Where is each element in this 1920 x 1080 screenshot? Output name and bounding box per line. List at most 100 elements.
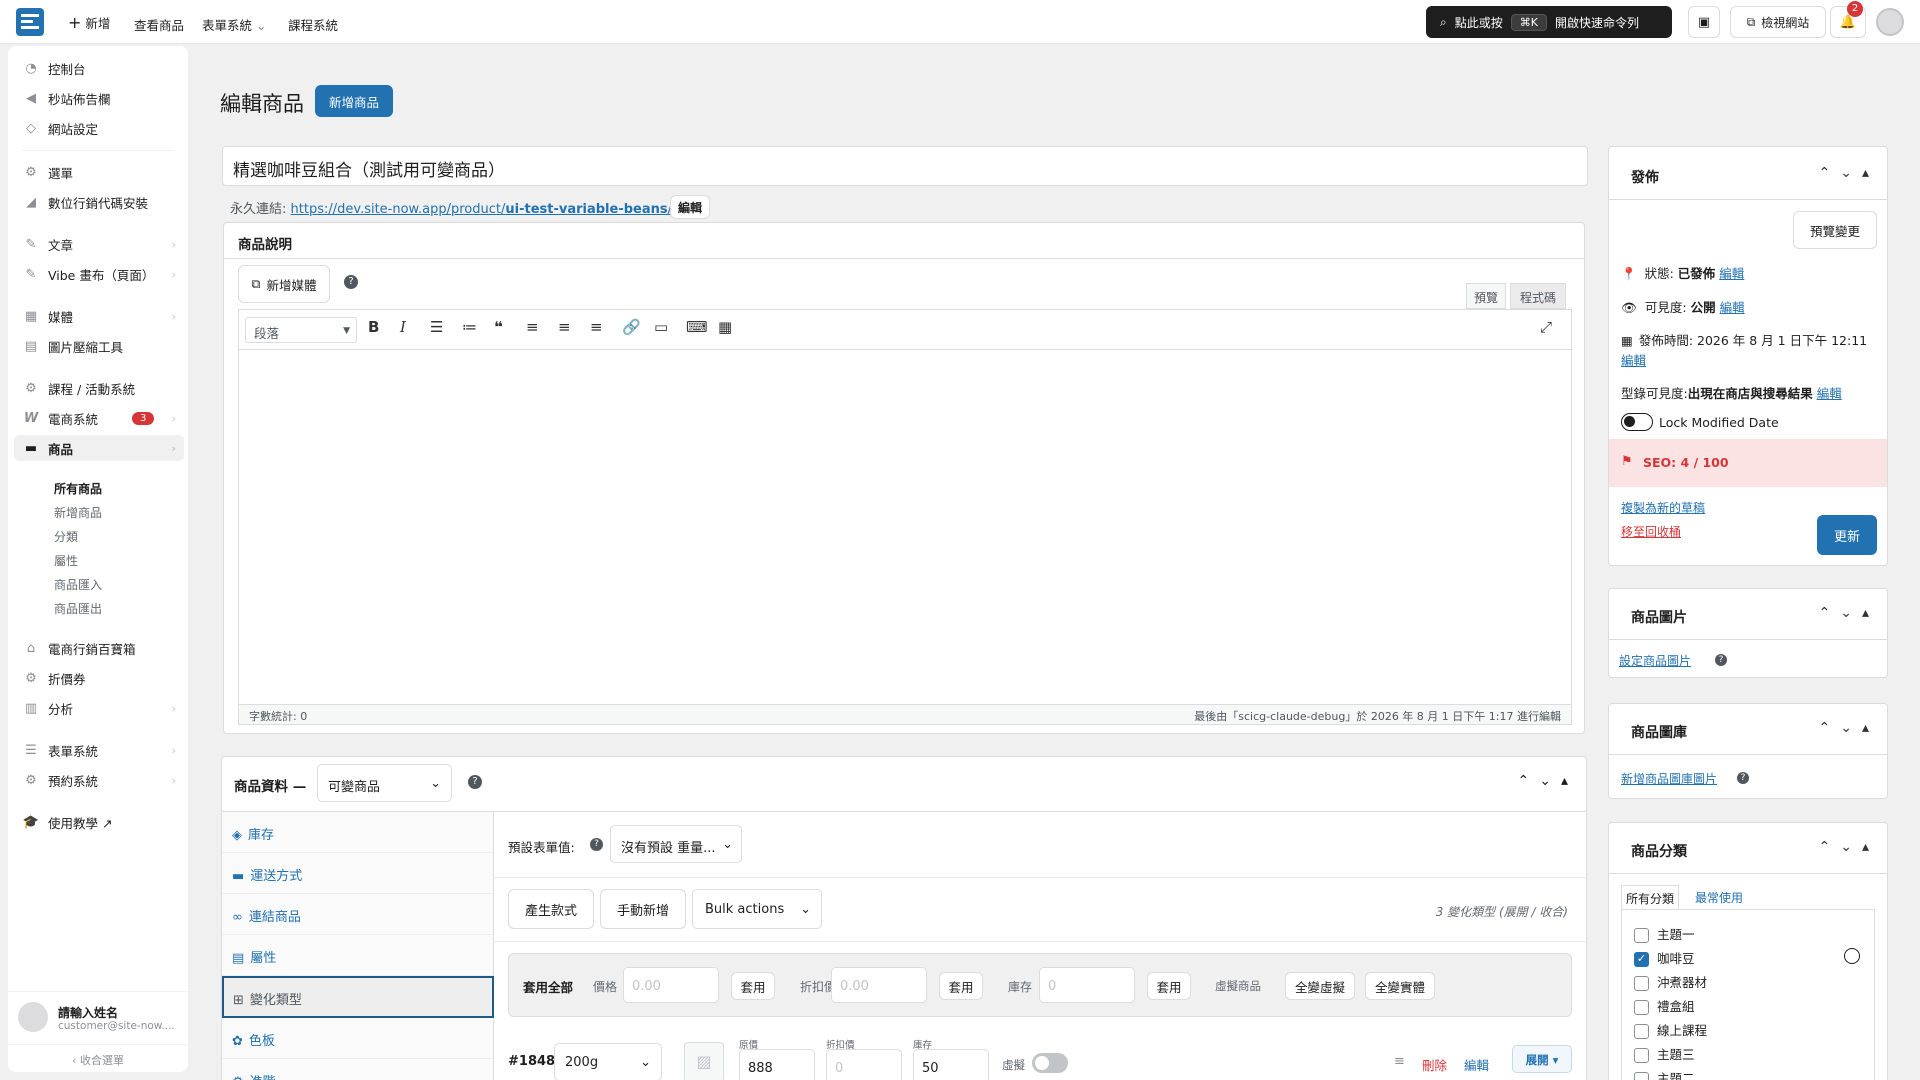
bullet-list-icon[interactable]: ☰ [430, 318, 443, 336]
permalink-link[interactable]: https://dev.site-now.app/product/ui-test… [291, 202, 672, 217]
variation-weight-select[interactable]: 200g ⌄ [554, 1043, 662, 1080]
checkbox[interactable] [1634, 1024, 1649, 1039]
panel-move-controls[interactable]: ⌃⌄▴ [1518, 773, 1579, 789]
category-item[interactable]: 主題三 [1634, 1044, 1695, 1063]
help-icon[interactable]: ? [1715, 654, 1727, 666]
sidebar-item-coupons[interactable]: ⚙ 折價券 [22, 665, 184, 691]
edit-variation-link[interactable]: 編輯 [1464, 1055, 1489, 1074]
bold-icon[interactable]: B [368, 318, 379, 336]
link-icon[interactable]: 🔗 [622, 318, 641, 336]
bulk-sale-input[interactable]: 0.00 [831, 967, 927, 1003]
numbered-list-icon[interactable]: ≔ [462, 318, 477, 336]
set-product-image-link[interactable]: 設定商品圖片 [1619, 652, 1691, 669]
tab-advanced[interactable]: ⚙進階 [222, 1059, 493, 1080]
sidebar-item-analytics[interactable]: ▥ 分析 › [22, 695, 184, 721]
bulk-price-input[interactable]: 0.00 [623, 967, 719, 1003]
checkbox[interactable] [1634, 1048, 1649, 1063]
bulk-actions-select[interactable]: Bulk actions ⌄ [692, 889, 822, 929]
edit-permalink-button[interactable]: 編輯 [670, 195, 710, 219]
primary-category-radio[interactable] [1844, 948, 1860, 964]
preview-changes-button[interactable]: 預覽變更 [1793, 211, 1877, 249]
format-select[interactable]: 段落 ▼ [245, 317, 357, 343]
category-item[interactable]: ✓ 咖啡豆 [1634, 948, 1695, 967]
box-move-controls[interactable]: ⌃⌄▴ [1819, 720, 1880, 736]
sidebar-sub-attributes[interactable]: 屬性 [54, 552, 78, 569]
box-move-controls[interactable]: ⌃⌄▴ [1819, 605, 1880, 621]
courses-link[interactable]: 課程系統 [288, 15, 338, 34]
delete-variation-link[interactable]: 刪除 [1422, 1055, 1447, 1074]
tab-variations[interactable]: ⊞ 變化類型 [222, 976, 494, 1018]
sidebar-item-dashboard[interactable]: ◔ 控制台 [22, 55, 184, 81]
edit-status-link[interactable]: 編輯 [1719, 266, 1744, 281]
tab-inventory[interactable]: ◈ 庫存 [222, 812, 493, 853]
apply-price-button[interactable]: 套用 [731, 972, 775, 1000]
manual-add-button[interactable]: 手動新增 [600, 889, 686, 929]
sidebar-item-courses[interactable]: ⚙ 課程 / 活動系統 [22, 375, 184, 401]
tab-most-used[interactable]: 最常使用 [1695, 889, 1743, 906]
tab-all-categories[interactable]: 所有分類 [1621, 885, 1679, 909]
edit-catalog-link[interactable]: 編輯 [1817, 386, 1842, 401]
command-palette-button[interactable]: ⌕ 點此或按 ⌘K 開啟快速命令列 [1426, 6, 1672, 38]
category-item[interactable]: 主題二 [1634, 1068, 1695, 1080]
align-right-icon[interactable]: ≡ [590, 318, 603, 336]
help-icon[interactable]: ? [1737, 772, 1749, 784]
category-item[interactable]: 主題一 [1634, 924, 1695, 943]
sidebar-item-menus[interactable]: ⚙ 選單 [22, 159, 184, 185]
generate-variations-button[interactable]: 產生款式 [508, 889, 594, 929]
align-center-icon[interactable]: ≡ [558, 318, 571, 336]
variation-sale-input[interactable]: 0 [826, 1049, 902, 1080]
tab-attributes[interactable]: ▤ 屬性 [222, 935, 493, 976]
expand-variation-button[interactable]: 展開 ▾ [1512, 1045, 1572, 1073]
add-new-product-button[interactable]: 新增商品 [315, 85, 393, 117]
update-button[interactable]: 更新 [1817, 515, 1877, 555]
category-item[interactable]: 禮盒組 [1634, 996, 1695, 1015]
collapse-menu-button[interactable]: ‹ 收合選單 [8, 1044, 188, 1070]
tab-shipping[interactable]: ▬ 運送方式 [222, 853, 493, 894]
variation-stock-input[interactable]: 50 [913, 1049, 989, 1080]
box-move-controls[interactable]: ⌃⌄▴ [1819, 165, 1880, 181]
add-gallery-images-link[interactable]: 新增商品圖庫圖片 [1621, 770, 1717, 787]
sidebar-item-image-compress[interactable]: ▤ 圖片壓縮工具 [22, 333, 184, 359]
edit-visibility-link[interactable]: 編輯 [1720, 300, 1745, 315]
virtual-toggle[interactable] [1032, 1053, 1068, 1073]
sidebar-sub-all-products[interactable]: 所有商品 [54, 480, 102, 497]
apply-stock-button[interactable]: 套用 [1147, 972, 1191, 1000]
sidebar-sub-add-product[interactable]: 新增商品 [54, 504, 102, 521]
sidebar-item-forms[interactable]: ☰ 表單系統 › [22, 737, 184, 763]
sidebar-item-booking[interactable]: ⚙ 預約系統 › [22, 767, 184, 793]
screen-options-button[interactable]: ▣ [1688, 6, 1720, 38]
sidebar-item-site-settings[interactable]: ◇ 網站設定 [22, 115, 184, 141]
category-item[interactable]: 沖煮器材 [1634, 972, 1707, 991]
checkbox[interactable] [1634, 1072, 1649, 1080]
sidebar-item-marketing-code[interactable]: ◢ 數位行銷代碼安裝 [22, 189, 184, 215]
category-item[interactable]: 線上課程 [1634, 1020, 1707, 1039]
all-physical-button[interactable]: 全變實體 [1365, 972, 1435, 1000]
quote-icon[interactable]: ❝ [494, 318, 503, 336]
sidebar-item-ecommerce[interactable]: W 電商系統 3 › [22, 405, 184, 431]
variation-image-placeholder[interactable]: ▨ [684, 1042, 724, 1080]
forms-menu[interactable]: 表單系統 ⌄ [202, 15, 266, 34]
help-icon[interactable]: ? [468, 775, 482, 789]
help-icon[interactable]: ? [590, 838, 603, 851]
new-button[interactable]: + 新增 [68, 13, 110, 32]
sidebar-item-posts[interactable]: ✎ 文章 › [22, 231, 184, 257]
add-media-button[interactable]: ⧉ 新增媒體 [238, 265, 330, 303]
editor-content-area[interactable] [239, 351, 1571, 704]
help-icon[interactable]: ? [344, 275, 358, 289]
product-title-input[interactable]: 精選咖啡豆組合（測試用可變商品） [222, 146, 1588, 186]
checkbox-checked[interactable]: ✓ [1634, 952, 1649, 967]
site-logo[interactable] [16, 8, 44, 36]
italic-icon[interactable]: I [400, 318, 406, 336]
variation-count[interactable]: 3 變化類型 (展開 / 收合) [1436, 903, 1568, 920]
sidebar-item-vibe-pages[interactable]: ✎ Vibe 畫布（頁面） › [22, 261, 184, 287]
tab-code[interactable]: 程式碼 [1510, 283, 1566, 309]
sidebar-item-announcements[interactable]: ◀ 秒站佈告欄 [22, 85, 184, 111]
view-products-link[interactable]: 查看商品 [134, 15, 184, 34]
read-more-icon[interactable]: ▭ [654, 318, 668, 336]
sidebar-sub-export[interactable]: 商品匯出 [54, 600, 102, 617]
sidebar-item-tutorials[interactable]: 🎓 使用教學 ↗ [22, 809, 184, 835]
bulk-stock-input[interactable]: 0 [1039, 967, 1135, 1003]
user-avatar[interactable] [1876, 8, 1904, 36]
align-left-icon[interactable]: ≡ [526, 318, 539, 336]
tab-linked-products[interactable]: ∞ 連結商品 [222, 894, 493, 935]
